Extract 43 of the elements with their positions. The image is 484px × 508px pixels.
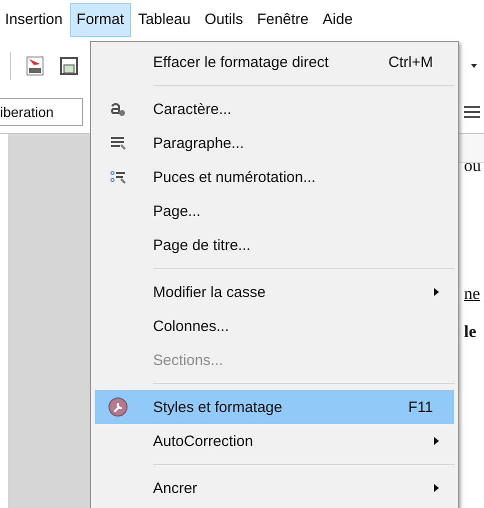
menu-item[interactable]: AutoCorrection <box>95 424 454 458</box>
dropdown-caret-icon[interactable] <box>470 63 478 69</box>
shortcut-label: F11 <box>408 398 433 416</box>
menu-item-label: Modifier la casse <box>153 284 266 300</box>
document-text: ne <box>464 284 480 304</box>
bullets-icon <box>110 169 126 185</box>
menu-item[interactable]: Paragraphe... <box>95 126 454 160</box>
menu-item-label: Ancrer <box>153 480 198 496</box>
menu-item-label: Colonnes... <box>153 318 229 334</box>
menu-bar-item[interactable]: Aide <box>316 2 360 36</box>
menu-item-label: Effacer le formatage direct <box>153 54 329 70</box>
pdf-icon[interactable] <box>25 56 45 76</box>
align-icon[interactable] <box>464 106 480 118</box>
document-text: le <box>464 322 476 342</box>
shortcut-label: Ctrl+M <box>388 54 433 70</box>
menu-item[interactable]: Modifier la casse <box>95 275 454 309</box>
menu-item[interactable]: Page... <box>95 194 454 228</box>
menu-item[interactable]: Caractère... <box>95 92 454 126</box>
menu-bar-item[interactable]: Format <box>70 2 132 36</box>
menu-item[interactable]: Ancrer <box>95 471 454 505</box>
menu-item[interactable]: Page de titre... <box>95 228 454 262</box>
menu-bar-item[interactable]: Insertion <box>0 2 70 36</box>
menu-item-label: Paragraphe... <box>153 134 244 152</box>
font-name-field[interactable]: iberation <box>0 98 83 126</box>
menu-item-label: Sections... <box>153 352 224 368</box>
menu-item-label: Page de titre... <box>153 236 251 254</box>
menu-item[interactable]: Effacer le formatage direct Ctrl+M <box>95 45 454 79</box>
printer-icon[interactable] <box>59 56 79 76</box>
menu-bar-item[interactable]: Tableau <box>131 2 198 36</box>
menu-item-label: Styles et formatage <box>153 398 282 416</box>
menu-item[interactable]: Puces et numérotation... <box>95 160 454 194</box>
menu-item-label: Page... <box>153 202 201 220</box>
menu-item[interactable]: Colonnes... <box>95 309 454 343</box>
menu-item[interactable]: Styles et formatage F11 <box>95 390 454 424</box>
menu-bar-item[interactable]: Fenêtre <box>250 2 316 36</box>
menu-item-label: Caractère... <box>153 100 232 118</box>
wrench-icon <box>108 397 128 417</box>
menu-item-label: Puces et numérotation... <box>153 168 316 186</box>
menu-bar-item[interactable]: Outils <box>198 2 250 36</box>
document-text: ou <box>464 156 481 176</box>
menu-item-label: AutoCorrection <box>153 432 254 450</box>
paragraph-icon <box>110 135 126 151</box>
character-icon <box>110 101 126 117</box>
